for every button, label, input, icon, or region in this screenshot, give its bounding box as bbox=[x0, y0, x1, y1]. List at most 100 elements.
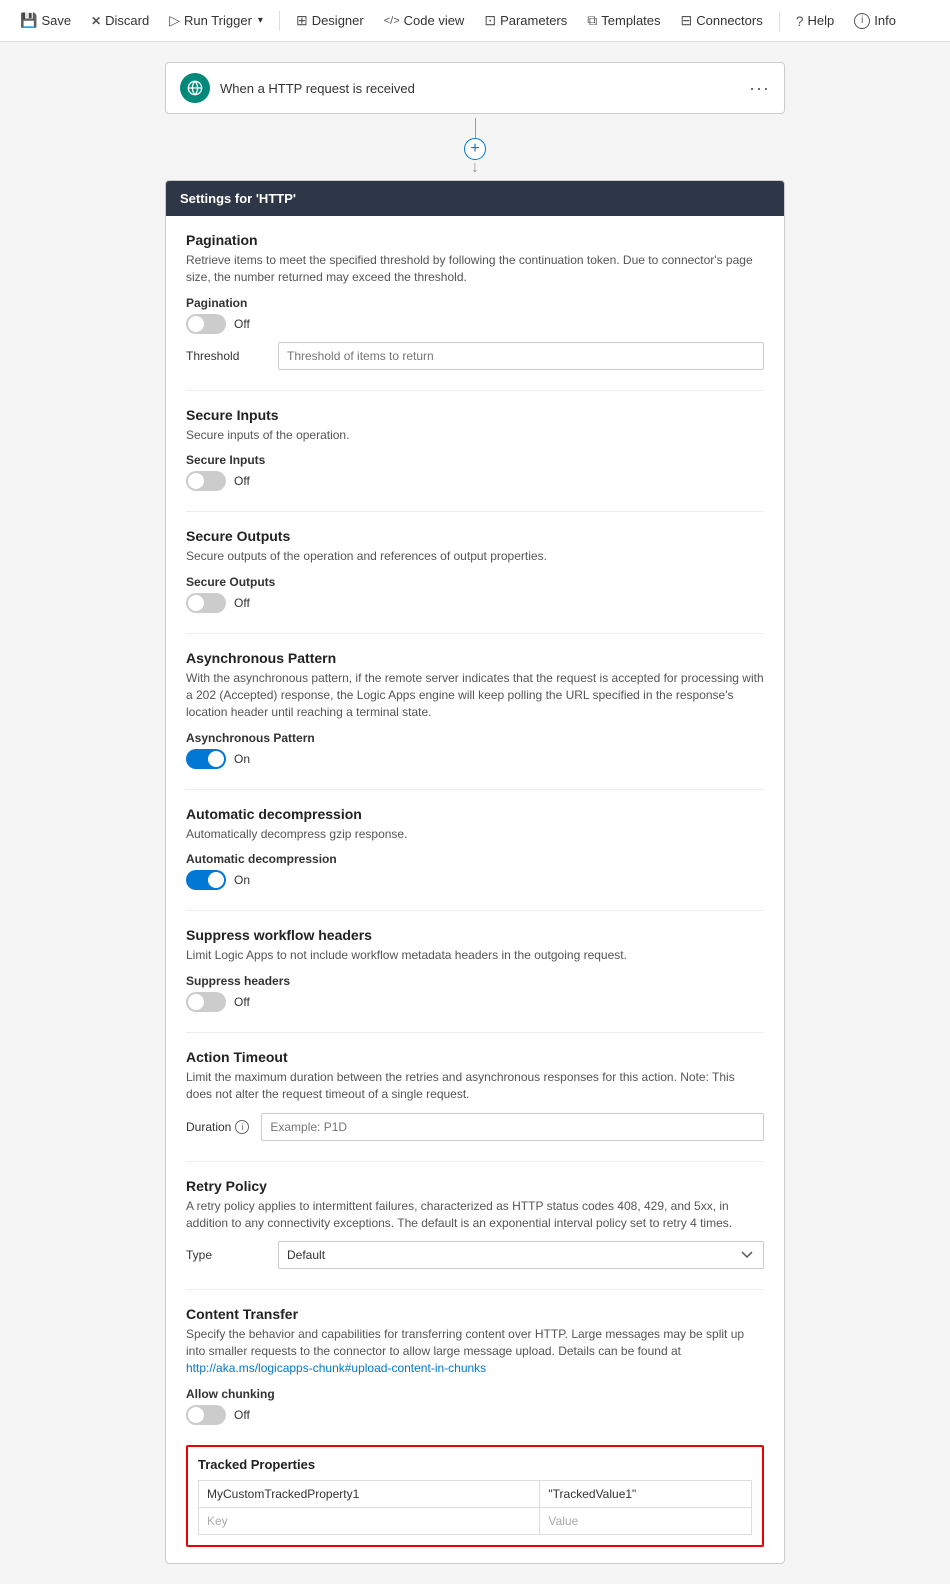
parameters-label: Parameters bbox=[500, 13, 567, 28]
pagination-toggle-label: Pagination bbox=[186, 296, 764, 310]
threshold-row: Threshold bbox=[186, 342, 764, 370]
content-transfer-title: Content Transfer bbox=[186, 1306, 764, 1322]
help-button[interactable]: ? Help bbox=[788, 9, 843, 33]
parameters-button[interactable]: ⊡ Parameters bbox=[476, 8, 575, 33]
allow-chunking-toggle[interactable] bbox=[186, 1405, 226, 1425]
section-async-pattern: Asynchronous Pattern With the asynchrono… bbox=[186, 650, 764, 768]
designer-label: Designer bbox=[312, 13, 364, 28]
secure-outputs-toggle[interactable] bbox=[186, 593, 226, 613]
pagination-desc: Retrieve items to meet the specified thr… bbox=[186, 252, 764, 286]
allow-chunking-toggle-row: Allow chunking Off bbox=[186, 1387, 764, 1425]
suppress-headers-toggle-knob bbox=[188, 994, 204, 1010]
designer-button[interactable]: ⊞ Designer bbox=[288, 8, 372, 33]
allow-chunking-toggle-container: Off bbox=[186, 1405, 764, 1425]
type-row: Type Default None Fixed interval Exponen… bbox=[186, 1241, 764, 1269]
tracked-key-1[interactable]: MyCustomTrackedProperty1 bbox=[199, 1480, 540, 1507]
section-content-transfer: Content Transfer Specify the behavior an… bbox=[186, 1306, 764, 1424]
pagination-toggle-state: Off bbox=[234, 317, 250, 331]
auto-decompress-toggle-container: On bbox=[186, 870, 764, 890]
async-pattern-toggle[interactable] bbox=[186, 749, 226, 769]
tracked-value-1[interactable]: "TrackedValue1" bbox=[540, 1480, 752, 1507]
save-button[interactable]: 💾 Save bbox=[12, 8, 79, 33]
async-pattern-desc: With the asynchronous pattern, if the re… bbox=[186, 670, 764, 720]
tracked-properties-title: Tracked Properties bbox=[198, 1457, 752, 1472]
section-auto-decompress: Automatic decompression Automatically de… bbox=[186, 806, 764, 891]
retry-policy-desc: A retry policy applies to intermittent f… bbox=[186, 1198, 764, 1232]
divider-timeout bbox=[186, 1161, 764, 1162]
divider-async bbox=[186, 789, 764, 790]
pagination-toggle-row: Pagination Off bbox=[186, 296, 764, 334]
templates-label: Templates bbox=[601, 13, 660, 28]
connectors-icon: ⊟ bbox=[681, 12, 693, 29]
code-view-button[interactable]: </> Code view bbox=[376, 9, 473, 32]
async-pattern-toggle-row: Asynchronous Pattern On bbox=[186, 731, 764, 769]
async-pattern-toggle-state: On bbox=[234, 752, 250, 766]
suppress-headers-title: Suppress workflow headers bbox=[186, 927, 764, 943]
suppress-headers-toggle-label: Suppress headers bbox=[186, 974, 764, 988]
settings-header: Settings for 'HTTP' bbox=[166, 181, 784, 216]
secure-outputs-desc: Secure outputs of the operation and refe… bbox=[186, 548, 764, 565]
suppress-headers-toggle-container: Off bbox=[186, 992, 764, 1012]
discard-icon: ✕ bbox=[91, 14, 101, 28]
action-timeout-title: Action Timeout bbox=[186, 1049, 764, 1065]
secure-inputs-toggle-container: Off bbox=[186, 471, 764, 491]
async-pattern-toggle-container: On bbox=[186, 749, 764, 769]
settings-panel: Settings for 'HTTP' Pagination Retrieve … bbox=[165, 180, 785, 1564]
auto-decompress-toggle-label: Automatic decompression bbox=[186, 852, 764, 866]
trigger-more-button[interactable]: ··· bbox=[749, 78, 770, 99]
suppress-headers-toggle[interactable] bbox=[186, 992, 226, 1012]
async-pattern-title: Asynchronous Pattern bbox=[186, 650, 764, 666]
arrow-down-icon: ↓ bbox=[471, 160, 479, 176]
designer-icon: ⊞ bbox=[296, 12, 308, 29]
async-pattern-toggle-knob bbox=[208, 751, 224, 767]
connectors-button[interactable]: ⊟ Connectors bbox=[673, 8, 771, 33]
divider-retry bbox=[186, 1289, 764, 1290]
save-label: Save bbox=[41, 13, 71, 28]
pagination-toggle[interactable] bbox=[186, 314, 226, 334]
secure-outputs-toggle-knob bbox=[188, 595, 204, 611]
discard-button[interactable]: ✕ Discard bbox=[83, 9, 157, 32]
tracked-properties-section: Tracked Properties MyCustomTrackedProper… bbox=[186, 1445, 764, 1547]
connector-line-top bbox=[475, 118, 476, 138]
secure-outputs-toggle-container: Off bbox=[186, 593, 764, 613]
tracked-value-placeholder[interactable]: Value bbox=[540, 1507, 752, 1534]
secure-inputs-toggle-label: Secure Inputs bbox=[186, 453, 764, 467]
code-view-icon: </> bbox=[384, 15, 400, 27]
secure-inputs-toggle[interactable] bbox=[186, 471, 226, 491]
save-icon: 💾 bbox=[20, 12, 37, 29]
divider-2 bbox=[779, 11, 780, 31]
pagination-toggle-container: Off bbox=[186, 314, 764, 334]
secure-inputs-toggle-knob bbox=[188, 473, 204, 489]
duration-input[interactable] bbox=[261, 1113, 764, 1141]
allow-chunking-toggle-label: Allow chunking bbox=[186, 1387, 764, 1401]
discard-label: Discard bbox=[105, 13, 149, 28]
content-transfer-desc: Specify the behavior and capabilities fo… bbox=[186, 1326, 764, 1376]
auto-decompress-toggle-row: Automatic decompression On bbox=[186, 852, 764, 890]
toolbar: 💾 Save ✕ Discard ▷ Run Trigger ▾ ⊞ Desig… bbox=[0, 0, 950, 42]
section-secure-inputs: Secure Inputs Secure inputs of the opera… bbox=[186, 407, 764, 492]
suppress-headers-toggle-row: Suppress headers Off bbox=[186, 974, 764, 1012]
pagination-title: Pagination bbox=[186, 232, 764, 248]
content-transfer-link[interactable]: http://aka.ms/logicapps-chunk#upload-con… bbox=[186, 1361, 486, 1375]
auto-decompress-desc: Automatically decompress gzip response. bbox=[186, 826, 764, 843]
secure-inputs-title: Secure Inputs bbox=[186, 407, 764, 423]
parameters-icon: ⊡ bbox=[484, 12, 496, 29]
auto-decompress-toggle[interactable] bbox=[186, 870, 226, 890]
divider-decompress bbox=[186, 910, 764, 911]
run-trigger-icon: ▷ bbox=[169, 12, 180, 29]
divider-pagination bbox=[186, 390, 764, 391]
add-step-button[interactable]: + bbox=[464, 138, 486, 160]
duration-info-icon[interactable]: i bbox=[235, 1120, 249, 1134]
divider-secure-outputs bbox=[186, 633, 764, 634]
duration-row: Duration i bbox=[186, 1113, 764, 1141]
retry-type-select[interactable]: Default None Fixed interval Exponential … bbox=[278, 1241, 764, 1269]
templates-button[interactable]: ⧉ Templates bbox=[579, 8, 668, 33]
tracked-key-placeholder[interactable]: Key bbox=[199, 1507, 540, 1534]
allow-chunking-toggle-state: Off bbox=[234, 1408, 250, 1422]
run-trigger-button[interactable]: ▷ Run Trigger ▾ bbox=[161, 8, 271, 33]
connector-area: + ↓ bbox=[464, 118, 486, 176]
threshold-input[interactable] bbox=[278, 342, 764, 370]
auto-decompress-toggle-state: On bbox=[234, 873, 250, 887]
suppress-headers-desc: Limit Logic Apps to not include workflow… bbox=[186, 947, 764, 964]
info-button[interactable]: i Info bbox=[846, 9, 904, 33]
